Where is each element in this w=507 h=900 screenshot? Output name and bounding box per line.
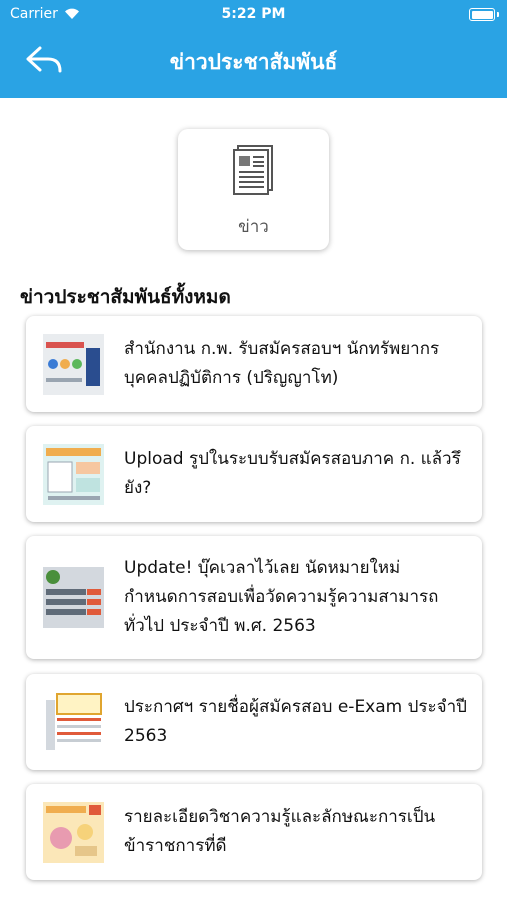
news-thumbnail: [43, 334, 104, 395]
newspaper-icon: [233, 145, 273, 195]
news-item[interactable]: Upload รูปในระบบรับสมัครสอบภาค ก. แล้วรึ…: [26, 426, 482, 522]
news-title: ประกาศฯ รายชื่อผู้สมัครสอบ e-Exam ประจำป…: [124, 697, 467, 746]
page-title: ข่าวประชาสัมพันธ์: [169, 50, 338, 74]
news-category-label: ข่าว: [238, 217, 269, 237]
news-thumbnail: [43, 567, 104, 628]
status-bar: Carrier 5:22 PM: [0, 0, 507, 28]
news-item[interactable]: สำนักงาน ก.พ. รับสมัครสอบฯ นักทรัพยากรบุ…: [26, 316, 482, 412]
news-item[interactable]: รายละเอียดวิชาความรู้และลักษณะการเป็นข้า…: [26, 784, 482, 880]
news-item[interactable]: ประกาศฯ รายชื่อผู้สมัครสอบ e-Exam ประจำป…: [26, 674, 482, 770]
back-arrow-icon[interactable]: [22, 40, 66, 80]
news-thumbnail: [43, 444, 104, 505]
section-heading: ข่าวประชาสัมพันธ์ทั้งหมด: [20, 286, 231, 308]
status-time: 5:22 PM: [221, 6, 286, 22]
news-category-button[interactable]: ข่าว: [178, 129, 329, 250]
news-thumbnail: [43, 802, 104, 863]
battery-icon: [469, 8, 499, 21]
news-thumbnail: [43, 692, 104, 753]
news-title: รายละเอียดวิชาความรู้และลักษณะการเป็นข้า…: [124, 807, 436, 856]
news-title: สำนักงาน ก.พ. รับสมัครสอบฯ นักทรัพยากรบุ…: [124, 339, 440, 388]
navigation-bar: Carrier 5:22 PM ข่าวประชาสัมพันธ์: [0, 0, 507, 98]
news-item[interactable]: Update! บุ๊คเวลาไว้เลย นัดหมายใหม่ กำหนด…: [26, 536, 482, 659]
news-title: Update! บุ๊คเวลาไว้เลย นัดหมายใหม่ กำหนด…: [124, 558, 439, 636]
news-title: Upload รูปในระบบรับสมัครสอบภาค ก. แล้วรึ…: [124, 449, 461, 498]
